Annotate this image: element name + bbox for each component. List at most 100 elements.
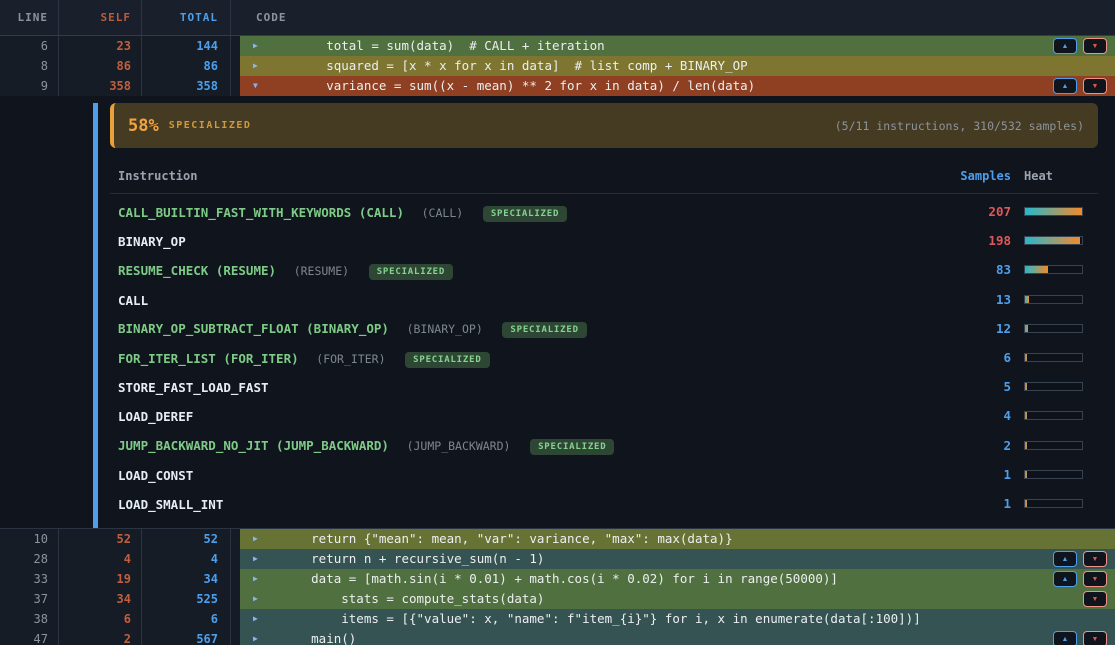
column-header-instruction[interactable]: Instruction bbox=[118, 169, 911, 183]
specialized-badge: SPECIALIZED bbox=[483, 206, 567, 222]
instruction-row: JUMP_BACKWARD_NO_JIT (JUMP_BACKWARD) (JU… bbox=[110, 431, 1098, 460]
self-count: 2 bbox=[59, 629, 142, 645]
total-count: 567 bbox=[142, 629, 231, 645]
heat-bar-cell bbox=[1024, 382, 1098, 391]
code-line-row[interactable]: 37 34 525 ▶ stats = compute_stats(data) … bbox=[0, 589, 1115, 609]
bump-up-button[interactable]: ▲ bbox=[1053, 38, 1077, 54]
instruction-row: CALL 13 bbox=[110, 285, 1098, 314]
instruction-name-cell: LOAD_SMALL_INT bbox=[118, 494, 911, 513]
column-header-samples[interactable]: Samples bbox=[911, 169, 1011, 183]
sample-count: 4 bbox=[911, 408, 1011, 423]
line-number: 37 bbox=[0, 589, 59, 609]
expand-icon[interactable]: ▶ bbox=[240, 569, 266, 589]
code-line-row[interactable]: 28 4 4 ▶ return n + recursive_sum(n - 1)… bbox=[0, 549, 1115, 569]
expand-icon[interactable]: ▶ bbox=[240, 589, 266, 609]
code-line-row[interactable]: 9 358 358 ▼ variance = sum((x - mean) **… bbox=[0, 76, 1115, 96]
heat-bar-fill bbox=[1025, 442, 1027, 449]
code-cell[interactable]: ▶ squared = [x * x for x in data] # list… bbox=[240, 56, 1115, 76]
self-count: 19 bbox=[59, 569, 142, 589]
bump-down-button[interactable]: ▼ bbox=[1083, 38, 1107, 54]
column-header-code: CODE bbox=[231, 0, 1115, 35]
heat-bar-fill bbox=[1025, 412, 1027, 419]
expand-icon[interactable]: ▶ bbox=[240, 56, 266, 76]
specialized-percent: 58% bbox=[128, 116, 159, 136]
column-gap bbox=[231, 36, 240, 56]
line-number: 8 bbox=[0, 56, 59, 76]
heat-bar-fill bbox=[1025, 208, 1082, 215]
instruction-row: BINARY_OP 198 bbox=[110, 226, 1098, 255]
code-cell[interactable]: ▶ return n + recursive_sum(n - 1) ▲ ▼ bbox=[240, 549, 1115, 569]
code-cell[interactable]: ▶ main() ▲ ▼ bbox=[240, 629, 1115, 645]
code-line-row[interactable]: 8 86 86 ▶ squared = [x * x for x in data… bbox=[0, 56, 1115, 76]
instruction-name: CALL bbox=[118, 293, 148, 308]
expand-icon[interactable]: ▶ bbox=[240, 609, 266, 629]
base-opcode: (FOR_ITER) bbox=[316, 352, 385, 366]
total-count: 86 bbox=[142, 56, 231, 76]
instruction-name-cell: JUMP_BACKWARD_NO_JIT (JUMP_BACKWARD) (JU… bbox=[118, 435, 911, 455]
heat-bar-cell bbox=[1024, 441, 1098, 450]
code-line-row[interactable]: 6 23 144 ▶ total = sum(data) # CALL + it… bbox=[0, 36, 1115, 56]
bump-down-button[interactable]: ▼ bbox=[1083, 551, 1107, 567]
base-opcode: (BINARY_OP) bbox=[407, 322, 483, 336]
code-line-row[interactable]: 33 19 34 ▶ data = [math.sin(i * 0.01) + … bbox=[0, 569, 1115, 589]
heat-bar-fill bbox=[1025, 237, 1080, 244]
self-count: 52 bbox=[59, 529, 142, 549]
code-text: main() bbox=[266, 629, 1053, 645]
code-cell[interactable]: ▶ data = [math.sin(i * 0.01) + math.cos(… bbox=[240, 569, 1115, 589]
column-header-heat[interactable]: Heat bbox=[1024, 169, 1098, 183]
code-cell[interactable]: ▶ total = sum(data) # CALL + iteration ▲… bbox=[240, 36, 1115, 56]
total-count: 6 bbox=[142, 609, 231, 629]
column-header-line[interactable]: LINE bbox=[0, 0, 59, 35]
self-count: 358 bbox=[59, 76, 142, 96]
instruction-row: BINARY_OP_SUBTRACT_FLOAT (BINARY_OP) (BI… bbox=[110, 314, 1098, 343]
total-count: 525 bbox=[142, 589, 231, 609]
sample-count: 1 bbox=[911, 496, 1011, 511]
bump-up-button[interactable]: ▲ bbox=[1053, 78, 1077, 94]
instruction-name: BINARY_OP bbox=[118, 234, 186, 249]
column-gap bbox=[231, 529, 240, 549]
total-count: 358 bbox=[142, 76, 231, 96]
code-line-row[interactable]: 47 2 567 ▶ main() ▲ ▼ bbox=[0, 629, 1115, 645]
instruction-row: LOAD_CONST 1 bbox=[110, 460, 1098, 489]
heat-bar-track bbox=[1024, 441, 1083, 450]
code-cell[interactable]: ▶ items = [{"value": x, "name": f"item_{… bbox=[240, 609, 1115, 629]
heat-bar-cell bbox=[1024, 411, 1098, 420]
heat-bar-track bbox=[1024, 207, 1083, 216]
expand-icon[interactable]: ▶ bbox=[240, 529, 266, 549]
line-number: 33 bbox=[0, 569, 59, 589]
expand-icon[interactable]: ▶ bbox=[240, 36, 266, 56]
code-cell[interactable]: ▼ variance = sum((x - mean) ** 2 for x i… bbox=[240, 76, 1115, 96]
sample-count: 6 bbox=[911, 350, 1011, 365]
expand-icon[interactable]: ▶ bbox=[240, 549, 266, 569]
expand-icon[interactable]: ▶ bbox=[240, 629, 266, 645]
column-header-total[interactable]: TOTAL bbox=[142, 0, 231, 35]
instruction-rows: CALL_BUILTIN_FAST_WITH_KEYWORDS (CALL) (… bbox=[110, 197, 1098, 518]
line-number: 28 bbox=[0, 549, 59, 569]
instruction-name-cell: RESUME_CHECK (RESUME) (RESUME) SPECIALIZ… bbox=[118, 260, 911, 280]
line-number: 6 bbox=[0, 36, 59, 56]
bump-up-button[interactable]: ▲ bbox=[1053, 631, 1077, 645]
bump-up-button[interactable]: ▲ bbox=[1053, 571, 1077, 587]
bump-down-button[interactable]: ▼ bbox=[1083, 78, 1107, 94]
column-gap bbox=[231, 569, 240, 589]
bump-up-button[interactable]: ▲ bbox=[1053, 551, 1077, 567]
bump-down-button[interactable]: ▼ bbox=[1083, 631, 1107, 645]
expand-icon[interactable]: ▼ bbox=[240, 76, 266, 96]
bump-down-button[interactable]: ▼ bbox=[1083, 571, 1107, 587]
code-line-row[interactable]: 38 6 6 ▶ items = [{"value": x, "name": f… bbox=[0, 609, 1115, 629]
instruction-name-cell: LOAD_CONST bbox=[118, 465, 911, 484]
row-buttons: ▲ ▼ bbox=[1053, 78, 1107, 94]
self-count: 23 bbox=[59, 36, 142, 56]
code-text: stats = compute_stats(data) bbox=[266, 589, 1083, 609]
bump-down-button[interactable]: ▼ bbox=[1083, 591, 1107, 607]
code-line-row[interactable]: 10 52 52 ▶ return {"mean": mean, "var": … bbox=[0, 529, 1115, 549]
specialized-badge: SPECIALIZED bbox=[502, 322, 586, 338]
code-cell[interactable]: ▶ stats = compute_stats(data) ▼ bbox=[240, 589, 1115, 609]
column-header-self[interactable]: SELF bbox=[59, 0, 142, 35]
code-cell[interactable]: ▶ return {"mean": mean, "var": variance,… bbox=[240, 529, 1115, 549]
code-rows-bottom: 10 52 52 ▶ return {"mean": mean, "var": … bbox=[0, 528, 1115, 645]
self-count: 4 bbox=[59, 549, 142, 569]
sample-count: 198 bbox=[911, 233, 1011, 248]
row-buttons: ▲ ▼ bbox=[1053, 631, 1107, 645]
instruction-name: RESUME_CHECK (RESUME) bbox=[118, 263, 276, 278]
